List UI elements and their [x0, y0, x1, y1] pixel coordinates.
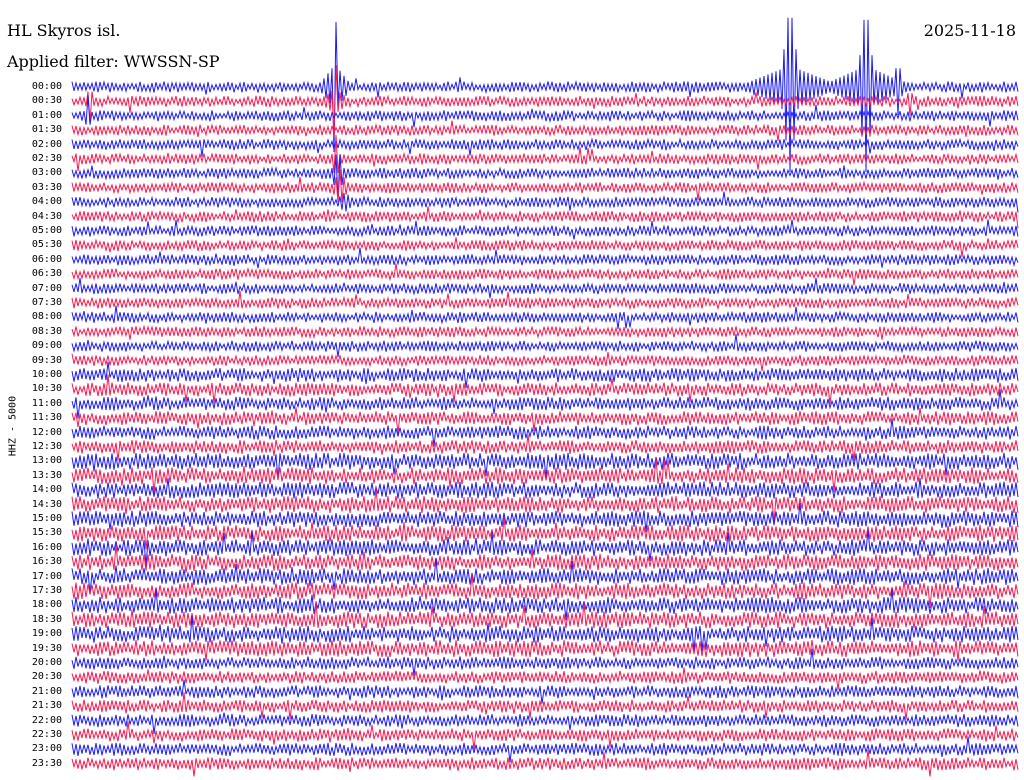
trace-0230	[71, 134, 1019, 174]
row-label-0400: 04:00	[31, 196, 62, 208]
row-label-1500: 15:00	[31, 513, 62, 524]
row-label-1930: 19:30	[31, 642, 62, 654]
row-label-0000: 00:00	[31, 81, 62, 92]
trace-1400	[71, 478, 1019, 499]
time-axis: 00:00 00:30 01:00 01:30 02:00 02:30 03:00 03:30…	[0, 0, 64, 780]
trace-0830	[71, 324, 1019, 340]
row-label-1000: 10:00	[31, 369, 62, 380]
trace-0500	[71, 219, 1019, 240]
row-label-0600: 06:00	[31, 253, 62, 265]
row-label-1300: 13:00	[31, 455, 62, 467]
row-label-2130: 21:30	[31, 700, 62, 712]
trace-0200	[71, 137, 1019, 157]
row-label-2300: 23:00	[31, 743, 62, 755]
trace-0400	[71, 191, 1019, 213]
row-label-0530: 05:30	[31, 239, 62, 251]
row-label-0230: 02:30	[31, 153, 62, 164]
row-label-1900: 19:00	[31, 628, 62, 640]
row-label-0430: 04:30	[31, 210, 62, 222]
row-label-1800: 18:00	[31, 599, 62, 611]
trace-0730	[71, 290, 1019, 311]
row-label-0930: 09:30	[31, 354, 62, 366]
trace-0930	[71, 352, 1019, 372]
row-label-0330: 03:30	[31, 181, 62, 193]
trace-0530	[71, 237, 1019, 257]
row-label-0130: 01:30	[31, 124, 62, 136]
row-label-1600: 16:00	[31, 541, 62, 553]
row-label-1630: 16:30	[31, 556, 62, 568]
row-label-0830: 08:30	[31, 325, 62, 337]
row-label-0630: 06:30	[31, 268, 62, 280]
row-label-1030: 10:30	[31, 383, 62, 395]
trace-0700	[71, 277, 1019, 299]
row-label-2200: 22:00	[31, 714, 62, 726]
row-label-0100: 01:00	[31, 109, 62, 121]
channel-label: HHZ - 5000	[7, 395, 19, 457]
row-label-0900: 09:00	[31, 340, 62, 352]
row-label-0700: 07:00	[31, 282, 62, 294]
row-label-0800: 08:00	[31, 311, 62, 323]
row-label-1830: 18:30	[31, 613, 62, 625]
trace-0630	[71, 263, 1019, 286]
row-label-1400: 14:00	[31, 484, 62, 496]
trace-0900	[71, 334, 1019, 358]
row-label-2030: 20:30	[31, 671, 62, 683]
row-label-1530: 15:30	[31, 527, 62, 539]
row-label-0030: 00:30	[31, 95, 62, 107]
row-label-1430: 14:30	[31, 498, 62, 510]
row-label-2230: 22:30	[31, 729, 62, 740]
row-label-2000: 20:00	[31, 657, 62, 668]
trace-2300	[71, 736, 1019, 763]
row-label-2330: 23:30	[31, 757, 62, 769]
row-label-0500: 05:00	[31, 225, 62, 236]
row-label-0730: 07:30	[31, 297, 62, 308]
row-label-0300: 03:00	[31, 167, 62, 179]
trace-0800	[71, 305, 1019, 330]
trace-0600	[71, 247, 1019, 269]
trace-2330	[71, 749, 1019, 777]
trace-0130	[71, 120, 1019, 141]
row-label-1730: 17:30	[31, 585, 62, 596]
row-label-1330: 13:30	[31, 469, 62, 481]
trace-0430	[71, 206, 1019, 229]
row-label-0200: 02:00	[31, 138, 62, 150]
helicorder-plot	[71, 17, 1019, 777]
row-label-1700: 17:00	[31, 570, 62, 582]
row-label-2100: 21:00	[31, 685, 62, 697]
